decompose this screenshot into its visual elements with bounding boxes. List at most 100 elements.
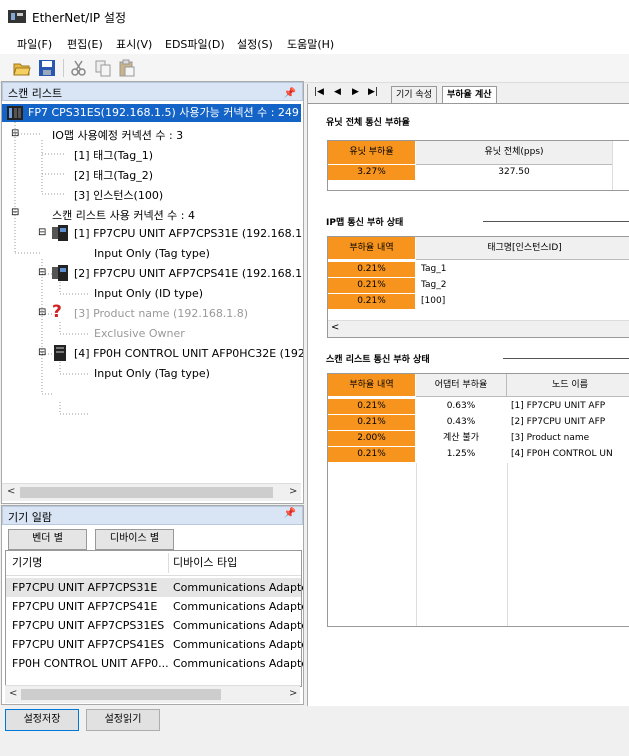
ip-load-header: 부하율 내역 [328, 237, 415, 260]
scan-load-value: 0.21% [328, 399, 415, 415]
scroll-left-icon[interactable]: < [7, 486, 15, 497]
col-device-type[interactable]: 디바이스 타입 [173, 552, 237, 574]
load-settings-button[interactable]: 설정읽기 [86, 709, 160, 731]
cut-icon[interactable] [70, 59, 88, 77]
collapse-node-icon[interactable]: ⊟ [38, 347, 46, 358]
collapse-node-icon[interactable]: ⊟ [38, 307, 46, 318]
scroll-left-icon[interactable]: < [9, 688, 17, 699]
tree-scan-group[interactable]: 스캔 리스트 사용 커넥션 수 : 4 [52, 207, 195, 223]
scan-list-hscrollbar[interactable]: < > [2, 483, 301, 501]
save-settings-button[interactable]: 설정저장 [5, 709, 79, 731]
tab-by-device[interactable]: 디바이스 별 [95, 529, 174, 550]
tree-node-3[interactable]: [3] Product name (192.168.1.8) [74, 307, 248, 320]
menu-help[interactable]: 도움말(H) [287, 36, 334, 52]
collapse-io-icon[interactable]: ⊟ [11, 128, 19, 139]
tree-io-group[interactable]: IO맵 사용예정 커넥션 수 : 3 [52, 127, 183, 143]
menu-edit[interactable]: 편집(E) [67, 36, 103, 52]
scrollbar-thumb[interactable] [21, 689, 221, 700]
list-item[interactable]: FP0H CONTROL UNIT AFP0... Communications… [6, 654, 303, 673]
menu-settings[interactable]: 설정(S) [237, 36, 273, 52]
ip-load-value: 0.21% [328, 262, 415, 278]
scroll-right-icon[interactable]: > [289, 486, 297, 497]
title-bar: EtherNet/IP 설정 [0, 0, 629, 32]
last-tab-icon[interactable]: ▶| [368, 87, 378, 97]
unit-pps-value: 327.50 [498, 167, 530, 177]
ip-map-table: 부하율 내역 태그명[인스턴스ID] 0.21% Tag_1 0.21% Tag… [327, 236, 629, 338]
first-tab-icon[interactable]: |◀ [314, 87, 324, 97]
device-type: Communications Adapte [173, 619, 304, 632]
menu-file[interactable]: 파일(F) [17, 36, 52, 52]
prev-tab-icon[interactable]: ◀ [334, 87, 341, 97]
menu-bar: 파일(F) 편집(E) 표시(V) EDS파일(D) 설정(S) 도움말(H) [0, 32, 629, 54]
device-type: Communications Adapte [173, 581, 304, 594]
device-list: 기기명 디바이스 타입 FP7CPU UNIT AFP7CPS31E Commu… [5, 550, 304, 687]
pin-icon[interactable]: 📌 [284, 508, 296, 519]
device-list-hscrollbar[interactable]: < > [5, 685, 300, 703]
unit-load-table: 유닛 부하율 유닛 전체(pps) 3.27% 327.50 [327, 140, 629, 191]
collapse-node-icon[interactable]: ⊟ [38, 267, 46, 278]
device-list-title: 기기 일람 [8, 511, 52, 524]
list-item[interactable]: FP7CPU UNIT AFP7CPS41ES Communications A… [6, 635, 303, 654]
grid-line [416, 463, 417, 626]
ip-map-title: IP맵 통신 부하 상태 [326, 218, 404, 228]
collapse-scan-icon[interactable]: ⊟ [11, 207, 19, 218]
plc-module-icon [52, 265, 68, 281]
device-name: FP7CPU UNIT AFP7CPS41ES [12, 638, 165, 651]
list-item[interactable]: FP7CPU UNIT AFP7CPS41E Communications Ad… [6, 597, 303, 616]
scrollbar-thumb[interactable] [20, 487, 273, 498]
unit-pps-header: 유닛 전체(pps) [416, 141, 613, 165]
tree-node-4-conn[interactable]: Input Only (Tag type) [94, 367, 210, 380]
ip-tag-header: 태그명[인스턴스ID] [416, 237, 629, 260]
tree-io-item[interactable]: [3] 인스턴스(100) [74, 187, 163, 203]
adapter-load-value: 계산 불가 [443, 433, 479, 443]
section-divider [483, 221, 629, 222]
unknown-device-icon: ? [52, 302, 62, 322]
unit-load-value: 3.27% [328, 165, 415, 181]
open-folder-icon[interactable] [13, 59, 31, 77]
ip-load-value: 0.21% [328, 294, 415, 310]
plc-icon [7, 106, 23, 120]
list-item[interactable]: FP7CPU UNIT AFP7CPS31E Communications Ad… [6, 578, 304, 597]
tab-device-properties[interactable]: 기기 속성 [391, 86, 437, 103]
status-bar [0, 734, 629, 756]
tab-load-calculation[interactable]: 부하율 계산 [442, 86, 497, 103]
tab-by-vendor[interactable]: 벤더 별 [8, 529, 87, 550]
copy-icon[interactable] [94, 59, 112, 77]
tree-node-2[interactable]: [2] FP7CPU UNIT AFP7CPS41E (192.168.1.7) [74, 267, 303, 280]
tree-node-4[interactable]: [4] FP0H CONTROL UNIT AFP0HC32E (192.1 [74, 347, 303, 360]
ip-load-value: 0.21% [328, 278, 415, 294]
save-icon[interactable] [38, 59, 56, 77]
section-divider [503, 358, 629, 359]
tree-node-1-conn[interactable]: Input Only (Tag type) [94, 247, 210, 260]
tree-node-1[interactable]: [1] FP7CPU UNIT AFP7CPS31E (192.168.1.6) [74, 227, 303, 240]
list-item[interactable]: FP7CPU UNIT AFP7CPS31ES Communications A… [6, 616, 304, 635]
tree-node-3-conn[interactable]: Exclusive Owner [94, 327, 185, 340]
pin-icon[interactable]: ᅟ📌 [274, 84, 296, 99]
unit-load-header: 유닛 부하율 [328, 141, 415, 165]
tree-io-item[interactable]: [2] 태그(Tag_2) [74, 167, 153, 183]
next-tab-icon[interactable]: ▶ [352, 87, 359, 97]
scroll-left-icon[interactable]: < [331, 322, 339, 333]
menu-eds[interactable]: EDS파일(D) [165, 36, 225, 52]
ip-tag-value: Tag_1 [421, 264, 447, 274]
col-device-name[interactable]: 기기명 [12, 552, 42, 574]
ip-tag-value: Tag_2 [421, 280, 447, 290]
scan-list-panel: 스캔 리스트 ᅟ📌 FP7 CPS31ES(192.168.1.5) 사용가능 … [1, 81, 304, 504]
paste-icon[interactable] [118, 59, 136, 77]
adapter-load-header: 어댑터 부하율 [416, 374, 507, 397]
collapse-node-icon[interactable]: ⊟ [38, 227, 46, 238]
tree-node-2-conn[interactable]: Input Only (ID type) [94, 287, 203, 300]
ip-map-hscrollbar[interactable]: < [328, 320, 629, 337]
scan-load-title: 스캔 리스트 통신 부하 상태 [326, 355, 430, 365]
scan-load-value: 2.00% [328, 431, 415, 447]
toolbar-divider [63, 59, 64, 77]
node-name-header: 노드 이름 [507, 374, 629, 397]
adapter-load-value: 1.25% [446, 449, 476, 459]
tree-root-node[interactable]: FP7 CPS31ES(192.168.1.5) 사용가능 커넥션 수 : 24… [2, 104, 301, 122]
scroll-right-icon[interactable]: > [289, 688, 297, 699]
tree-root-label: FP7 CPS31ES(192.168.1.5) 사용가능 커넥션 수 : 24… [28, 106, 299, 119]
menu-view[interactable]: 표시(V) [116, 36, 152, 52]
scan-load-table: 부하율 내역 어댑터 부하율 노드 이름 0.21% 0.63% [1] FP7… [327, 373, 629, 627]
adapter-load-value: 0.63% [446, 401, 476, 411]
tree-io-item[interactable]: [1] 태그(Tag_1) [74, 147, 153, 163]
